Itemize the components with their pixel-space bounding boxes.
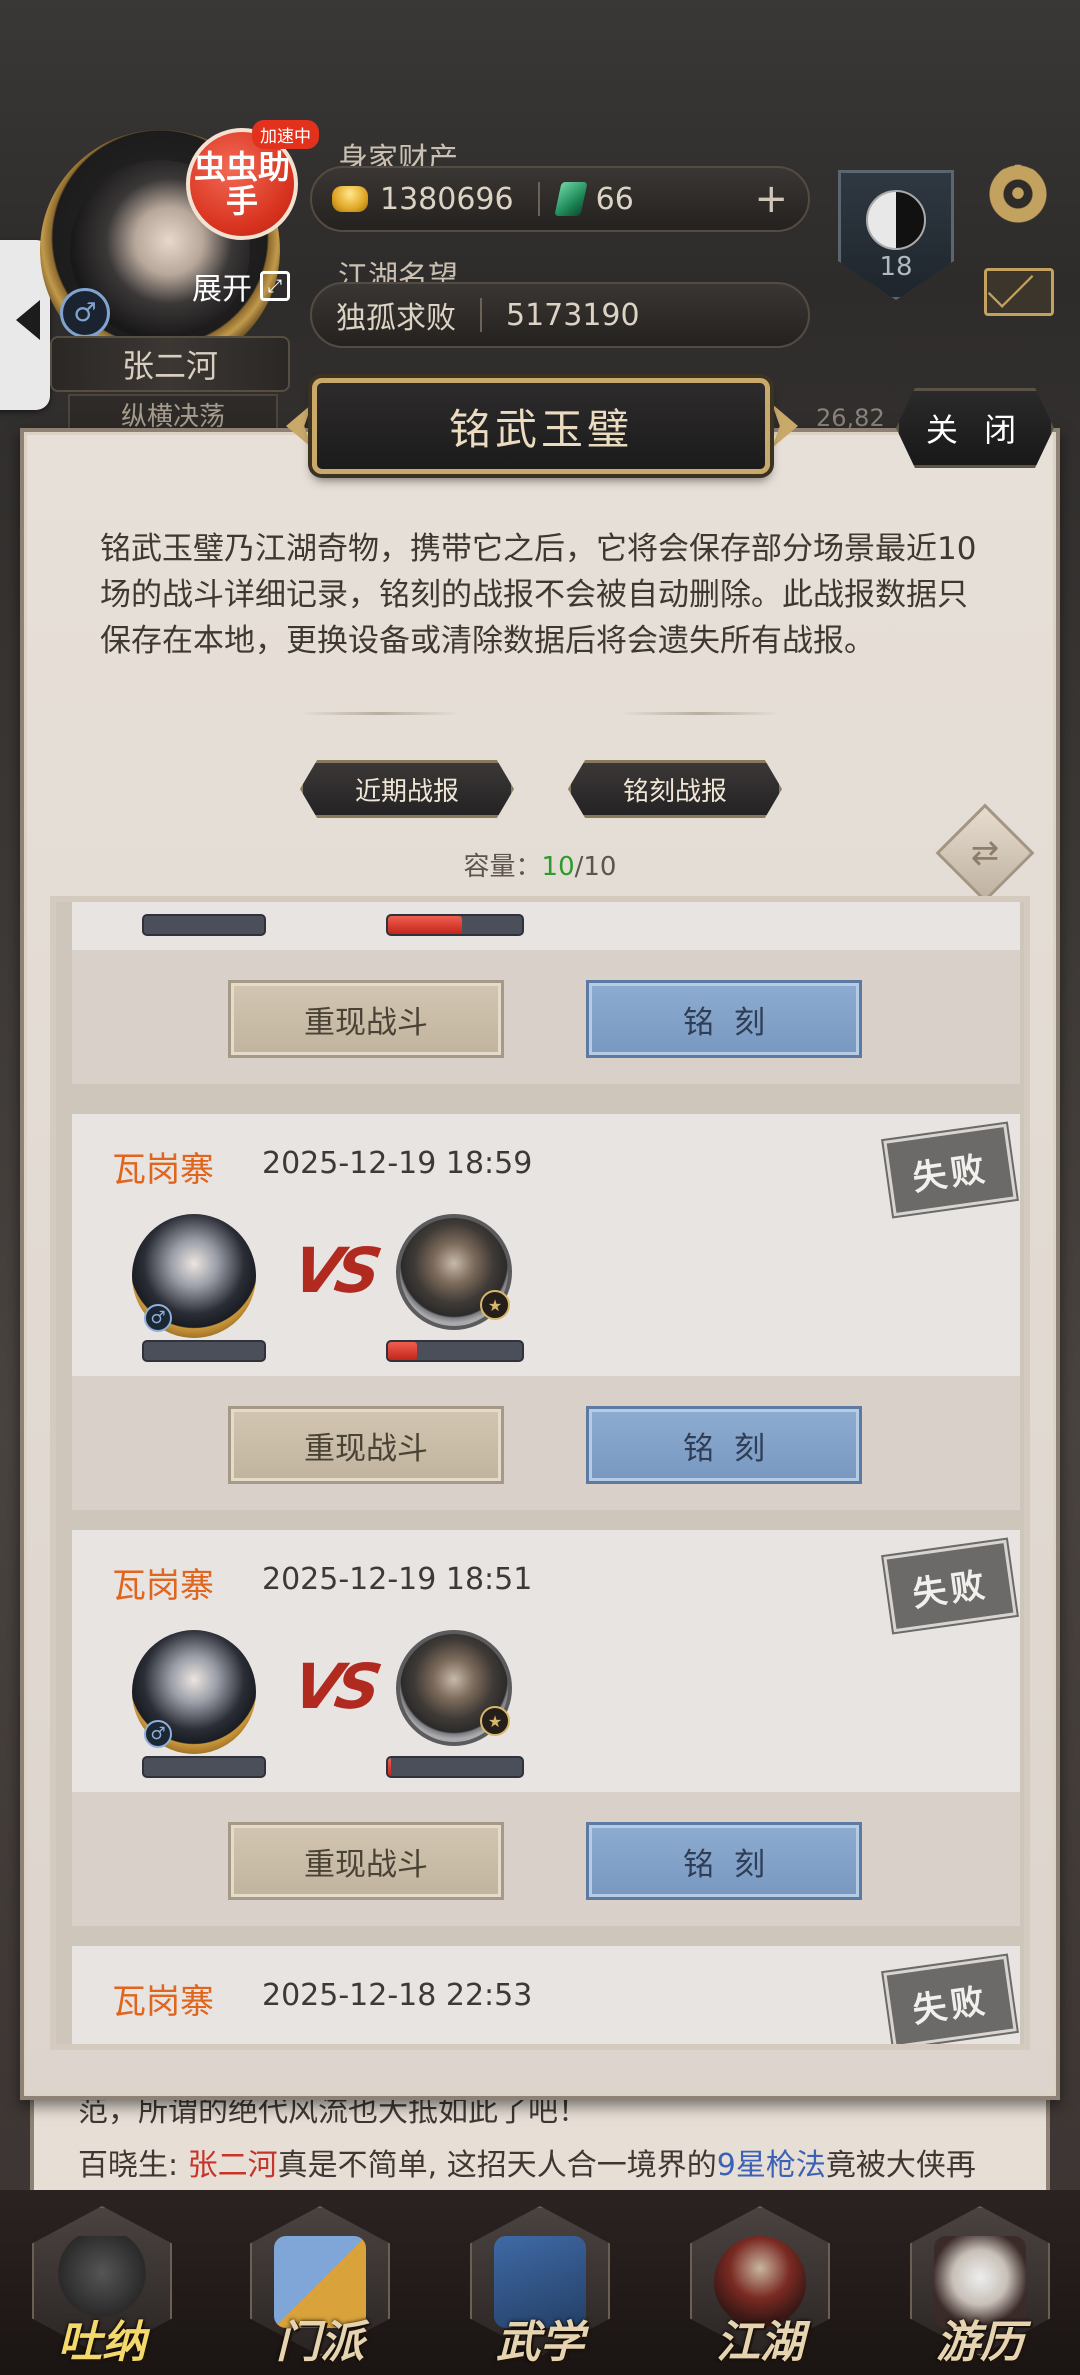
nav-label: 游历 (936, 2317, 1024, 2368)
chat-player-name: 张二河 (187, 2148, 278, 2183)
enemy-hp-fill (388, 1758, 391, 1776)
enemy-hp-bar (386, 1340, 524, 1362)
nav-travel[interactable]: 游历 (900, 2206, 1060, 2374)
close-button[interactable]: 关 闭 (896, 388, 1054, 468)
nav-jianghu[interactable]: 江湖 (680, 2206, 840, 2374)
modal-description: 铭武玉璧乃江湖奇物，携带它之后，它将会保存部分场景最近10场的战斗详细记录，铭刻… (100, 531, 977, 659)
chat-text: 真是不简单, 这招天人合一境界的 (277, 2148, 717, 2183)
player-name: 张二河 (50, 336, 290, 392)
nav-label: 江湖 (716, 2317, 804, 2368)
chat-text: 竟被大侠再 (825, 2148, 976, 2183)
player-hp-bar (142, 1756, 266, 1778)
nav-label: 门派 (276, 2317, 364, 2368)
jade-icon (553, 182, 588, 216)
arrow-left-icon (16, 300, 40, 340)
battle-card: 瓦岗寨 2025-12-19 18:51 失败 ♂ VS ★ 重现战斗 铭刻 (72, 1530, 1020, 1926)
gear-icon[interactable]: ⚙ (982, 156, 1054, 232)
capacity-max: /10 (574, 852, 617, 882)
fame-title: 独孤求败 (336, 301, 456, 336)
battle-location: 瓦岗寨 (112, 1566, 214, 1606)
battle-datetime: 2025-12-19 18:51 (262, 1562, 533, 1597)
capacity-indicator: 容量：10/10 (0, 846, 1080, 883)
engrave-button[interactable]: 铭刻 (586, 1822, 862, 1900)
tab-engraved-reports[interactable]: 铭刻战报 (568, 760, 782, 818)
tab-recent-reports[interactable]: 近期战报 (300, 760, 514, 818)
player-portrait: ♂ (132, 1630, 256, 1754)
male-gender-icon: ♂ (60, 288, 110, 338)
enemy-portrait: ★ (396, 1630, 512, 1746)
battle-card-header: 瓦岗寨 2025-12-19 18:59 失败 ♂ VS ★ (72, 1114, 1020, 1376)
chat-skill: 9星枪法 (716, 2148, 826, 2183)
replay-battle-button[interactable]: 重现战斗 (228, 1822, 504, 1900)
capacity-label: 容量： (463, 852, 542, 882)
engrave-button[interactable]: 铭刻 (586, 980, 862, 1058)
nav-breathing[interactable]: 吐纳 (22, 2206, 182, 2374)
male-gender-icon: ♂ (144, 1304, 172, 1332)
enemy-hp-bar (386, 914, 524, 936)
chat-speaker: 百晓生: (78, 2148, 188, 2183)
fame-amount: 5173190 (506, 297, 640, 333)
add-currency-button[interactable]: + (754, 176, 788, 222)
expand-icon: ⤢ (260, 271, 290, 301)
mail-icon[interactable] (984, 268, 1054, 316)
battle-card-header (72, 902, 1020, 950)
taiji-icon (866, 190, 926, 250)
capacity-current: 10 (541, 852, 575, 882)
nav-sect[interactable]: 门派 (240, 2206, 400, 2374)
enemy-hp-fill (388, 916, 462, 934)
enemy-rank-icon: ★ (480, 1706, 510, 1736)
replay-battle-button[interactable]: 重现战斗 (228, 980, 504, 1058)
nav-label: 吐纳 (58, 2317, 146, 2368)
enemy-portrait: ★ (396, 1214, 512, 1330)
engrave-button[interactable]: 铭刻 (586, 1406, 862, 1484)
swap-icon: ⇄ (970, 833, 1000, 873)
male-gender-icon: ♂ (144, 1720, 172, 1748)
speed-tag: 加速中 (252, 120, 319, 149)
enemy-hp-bar (386, 1756, 524, 1778)
enemy-rank-icon: ★ (480, 1290, 510, 1320)
battle-card: 瓦岗寨 2025-12-18 22:53 失败 (72, 1946, 1020, 2044)
result-stamp: 失败 (883, 1955, 1017, 2044)
battle-report-list[interactable]: 重现战斗 铭刻 瓦岗寨 2025-12-19 18:59 失败 ♂ VS ★ 重… (50, 896, 1030, 2050)
player-hp-bar (142, 914, 266, 936)
battle-card-actions: 重现战斗 铭刻 (72, 950, 1020, 1084)
gold-amount: 1380696 (380, 181, 514, 217)
enemy-hp-fill (388, 1342, 418, 1360)
battle-datetime: 2025-12-18 22:53 (262, 1978, 533, 2013)
fame-bar: 独孤求败 5173190 (310, 282, 810, 348)
chat-line: 百晓生: 张二河真是不简单, 这招天人合一境界的9星枪法竟被大侠再 (78, 2140, 976, 2184)
battle-location: 瓦岗寨 (112, 1150, 214, 1190)
battle-card-actions: 重现战斗 铭刻 (72, 1376, 1020, 1510)
vs-icon: VS (287, 1234, 382, 1307)
divider-ornament (620, 712, 780, 715)
battle-datetime: 2025-12-19 18:59 (262, 1146, 533, 1181)
modal-title: 铭武玉璧 (312, 378, 770, 474)
rank-level: 18 (879, 252, 913, 282)
expand-button[interactable]: 展开 ⤢ (192, 264, 290, 308)
divider-ornament (300, 712, 460, 715)
battle-card: 瓦岗寨 2025-12-19 18:59 失败 ♂ VS ★ 重现战斗 铭刻 (72, 1114, 1020, 1510)
expand-label: 展开 (192, 272, 252, 307)
battle-card: 重现战斗 铭刻 (72, 902, 1020, 1084)
vs-icon: VS (287, 1650, 382, 1723)
nav-label: 武学 (496, 2317, 584, 2368)
player-portrait: ♂ (132, 1214, 256, 1338)
player-hp-bar (142, 1340, 266, 1362)
replay-battle-button[interactable]: 重现战斗 (228, 1406, 504, 1484)
divider (537, 182, 540, 216)
battle-card-header: 瓦岗寨 2025-12-18 22:53 失败 (72, 1946, 1020, 2044)
gold-ingot-icon (332, 186, 368, 212)
battle-card-actions: 重现战斗 铭刻 (72, 1792, 1020, 1926)
result-stamp: 失败 (883, 1123, 1017, 1217)
divider (480, 298, 482, 332)
result-stamp: 失败 (883, 1539, 1017, 1633)
battle-location: 瓦岗寨 (112, 1982, 214, 2022)
jade-amount: 66 (595, 181, 634, 217)
battle-card-header: 瓦岗寨 2025-12-19 18:51 失败 ♂ VS ★ (72, 1530, 1020, 1792)
wealth-bar: 1380696 66 + (310, 166, 810, 232)
nav-martial-arts[interactable]: 武学 (460, 2206, 620, 2374)
